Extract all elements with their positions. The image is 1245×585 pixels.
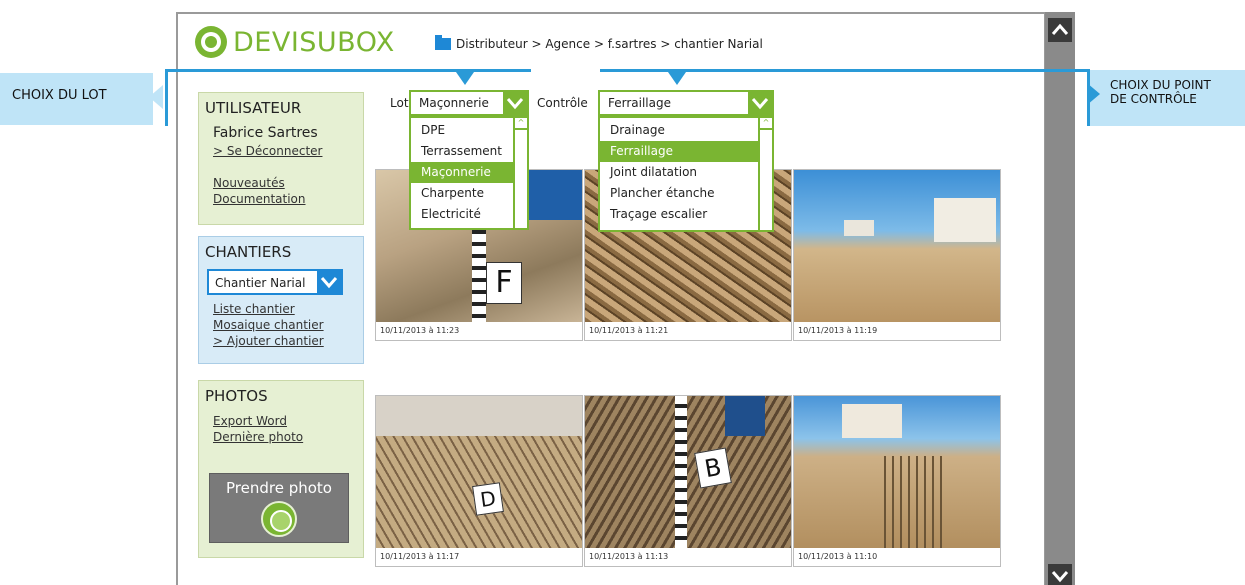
- app-logo[interactable]: DEVISUBOX: [195, 26, 395, 58]
- callout-point-bar: [1087, 69, 1090, 126]
- lot-option[interactable]: Electricité: [411, 204, 527, 225]
- lot-dropdown-scrollbar[interactable]: ^: [513, 118, 527, 228]
- derniere-photo-link[interactable]: Dernière photo: [213, 429, 363, 445]
- folder-icon: [435, 35, 451, 50]
- camera-icon: [261, 501, 297, 537]
- chevron-down-icon[interactable]: [317, 271, 341, 293]
- vertical-scrollbar[interactable]: [1045, 12, 1075, 585]
- photo-thumbnail[interactable]: [794, 170, 1000, 322]
- callout-point-text-1: CHOIX DU POINT: [1110, 78, 1211, 92]
- callout-choix-point-controle: CHOIX DU POINT DE CONTRÔLE: [1090, 70, 1245, 126]
- callout-lot-bar: [165, 70, 168, 126]
- photo-caption: 10/11/2013 à 11:23: [380, 326, 460, 335]
- controle-option[interactable]: Drainage: [600, 120, 772, 141]
- lot-option[interactable]: DPE: [411, 120, 527, 141]
- documentation-link[interactable]: Documentation: [213, 191, 363, 207]
- photo-card[interactable]: B 10/11/2013 à 11:13: [584, 395, 792, 567]
- callout-point-pointer: [668, 72, 686, 85]
- photo-thumbnail[interactable]: D: [376, 396, 582, 548]
- scroll-up-icon[interactable]: ^: [515, 118, 527, 130]
- user-panel-title: UTILISATEUR: [205, 99, 302, 117]
- chantiers-panel: CHANTIERS Chantier Narial Liste chantier…: [198, 236, 364, 364]
- logo-text: DEVISUBOX: [233, 26, 395, 58]
- user-name: Fabrice Sartres: [213, 125, 318, 141]
- lot-select-value: Maçonnerie: [419, 96, 489, 110]
- callout-lot-text: CHOIX DU LOT: [12, 88, 107, 103]
- lot-dropdown-list[interactable]: DPE Terrassement Maçonnerie Charpente Electr…: [409, 116, 529, 230]
- liste-chantier-link[interactable]: Liste chantier: [213, 301, 363, 317]
- chevron-down-icon[interactable]: [748, 92, 772, 114]
- chevron-down-icon[interactable]: [503, 92, 527, 114]
- breadcrumb-path[interactable]: Distributeur > Agence > f.sartres > chan…: [456, 37, 763, 51]
- logo-icon: [195, 26, 227, 58]
- photo-card[interactable]: D 10/11/2013 à 11:17: [375, 395, 583, 567]
- chantier-select[interactable]: Chantier Narial: [207, 269, 343, 295]
- photo-caption: 10/11/2013 à 11:21: [589, 326, 669, 335]
- controle-dropdown-list[interactable]: Drainage Ferraillage Joint dilatation Planc…: [598, 116, 774, 232]
- photo-sign-letter: D: [472, 482, 504, 516]
- photos-panel-title: PHOTOS: [205, 387, 268, 405]
- controle-dropdown-scrollbar[interactable]: ^: [758, 118, 772, 230]
- callout-lot-connector: [165, 69, 531, 72]
- take-photo-button[interactable]: Prendre photo: [209, 473, 349, 543]
- controle-option[interactable]: Ferraillage: [600, 141, 772, 162]
- lot-option[interactable]: Charpente: [411, 183, 527, 204]
- user-panel: UTILISATEUR Fabrice Sartres > Se Déconne…: [198, 92, 364, 225]
- controle-label: Contrôle: [537, 96, 588, 110]
- controle-select[interactable]: Ferraillage: [598, 90, 774, 116]
- photo-card[interactable]: 10/11/2013 à 11:10: [793, 395, 1001, 567]
- lot-option[interactable]: Maçonnerie: [411, 162, 527, 183]
- controle-option[interactable]: Joint dilatation: [600, 162, 772, 183]
- scroll-up-icon[interactable]: [1048, 18, 1072, 42]
- lot-option[interactable]: Terrassement: [411, 141, 527, 162]
- photo-caption: 10/11/2013 à 11:19: [798, 326, 878, 335]
- callout-lot-pointer: [456, 72, 474, 85]
- lot-select[interactable]: Maçonnerie: [409, 90, 529, 116]
- export-word-link[interactable]: Export Word: [213, 413, 363, 429]
- lot-label: Lot: [390, 96, 409, 110]
- photo-caption: 10/11/2013 à 11:10: [798, 552, 878, 561]
- photo-caption: 10/11/2013 à 11:17: [380, 552, 460, 561]
- photo-sign-letter: B: [694, 447, 732, 489]
- callout-choix-du-lot: CHOIX DU LOT: [0, 73, 153, 125]
- take-photo-label: Prendre photo: [226, 479, 332, 497]
- mosaique-chantier-link[interactable]: Mosaique chantier: [213, 317, 363, 333]
- photo-caption: 10/11/2013 à 11:13: [589, 552, 669, 561]
- callout-point-text-2: DE CONTRÔLE: [1110, 92, 1197, 106]
- photo-sign-letter: F: [486, 262, 522, 304]
- scroll-down-icon[interactable]: [1048, 564, 1072, 585]
- controle-option[interactable]: Traçage escalier: [600, 204, 772, 225]
- photo-thumbnail[interactable]: B: [585, 396, 791, 548]
- breadcrumb: Distributeur > Agence > f.sartres > chan…: [435, 35, 763, 51]
- news-link[interactable]: Nouveautés: [213, 175, 363, 191]
- photo-card[interactable]: 10/11/2013 à 11:19: [793, 169, 1001, 341]
- chantier-select-value: Chantier Narial: [215, 276, 306, 290]
- chantiers-panel-title: CHANTIERS: [205, 243, 292, 261]
- photo-thumbnail[interactable]: [794, 396, 1000, 548]
- ajouter-chantier-link[interactable]: > Ajouter chantier: [213, 333, 363, 349]
- controle-select-value: Ferraillage: [608, 96, 671, 110]
- controle-option[interactable]: Plancher étanche: [600, 183, 772, 204]
- logout-link[interactable]: > Se Déconnecter: [213, 143, 363, 159]
- callout-lot-arrow: [149, 85, 163, 109]
- scroll-up-icon[interactable]: ^: [760, 118, 772, 130]
- photos-panel: PHOTOS Export Word Dernière photo Prendr…: [198, 380, 364, 558]
